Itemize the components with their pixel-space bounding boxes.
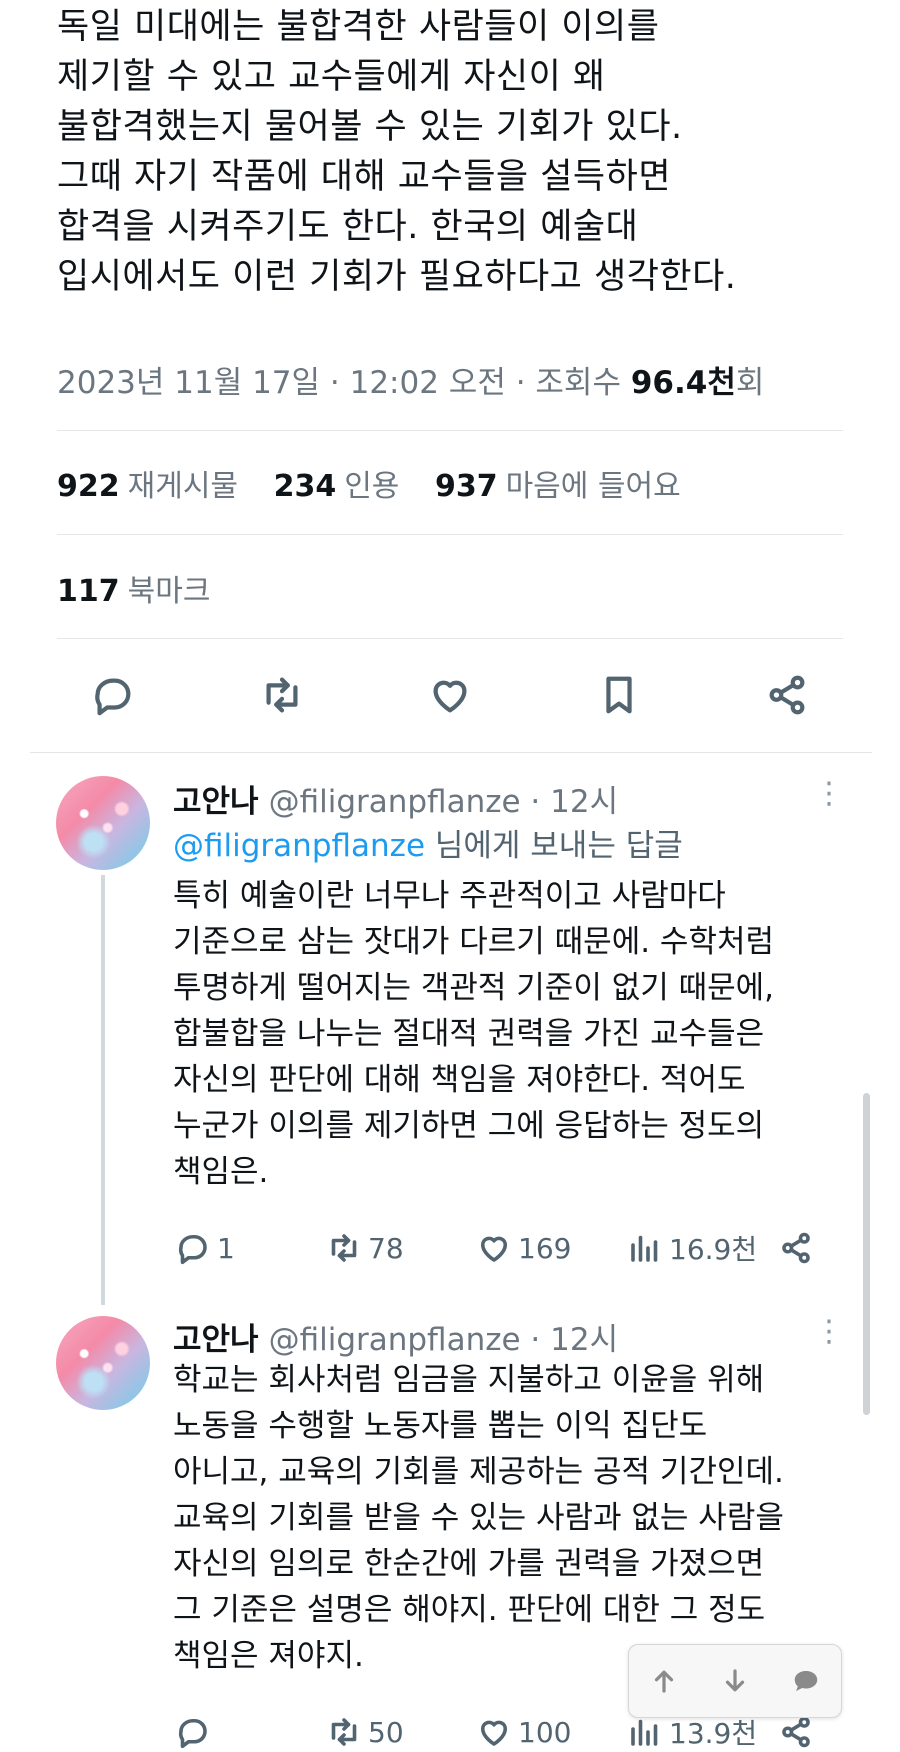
share-button[interactable]: [759, 667, 815, 723]
avatar[interactable]: [56, 1316, 150, 1410]
like-icon: [480, 1236, 508, 1262]
reply-text: 특히 예술이란 너무나 주관적이고 사람마다 기준으로 삼는 잣대가 다르기 때…: [173, 878, 775, 1190]
reply-text: 학교는 회사처럼 임금을 지불하고 이윤을 위해 노동을 수행할 노동자를 뽑는…: [173, 1362, 784, 1674]
divider: [57, 430, 843, 431]
views-icon: [631, 1235, 658, 1262]
like-icon: [480, 1720, 508, 1746]
more-options-icon[interactable]: ⋮: [814, 1314, 844, 1349]
reply-icon: [178, 1718, 207, 1749]
reply-button[interactable]: [85, 667, 141, 723]
reply-share-button[interactable]: [778, 1230, 820, 1266]
reply-header: 고안나 @filigranpflanze · 12시: [173, 776, 618, 821]
share-icon: [782, 1716, 810, 1748]
reply-icon: [95, 678, 131, 716]
likes-stat[interactable]: 937 마음에 들어요: [435, 469, 681, 504]
replying-to: @filigranpflanze 님에게 보내는 답글: [173, 828, 683, 864]
author-handle-time[interactable]: @filigranpflanze · 12시: [269, 784, 619, 820]
author-name[interactable]: 고안나: [173, 784, 259, 820]
retweet-button[interactable]: [254, 667, 310, 723]
reply-reply-button[interactable]: [175, 1714, 217, 1750]
more-options-icon[interactable]: ⋮: [814, 776, 844, 811]
retweet-icon: [266, 677, 298, 713]
bookmarks-stat[interactable]: 117 북마크: [57, 566, 210, 610]
section-divider: [30, 752, 872, 753]
avatar[interactable]: [56, 776, 150, 870]
bookmark-button[interactable]: [591, 667, 647, 723]
reply-icon: [178, 1234, 207, 1265]
quotes-stat[interactable]: 234 인용: [274, 469, 400, 504]
reply-views-button[interactable]: 13.9천: [627, 1712, 757, 1752]
divider: [57, 534, 843, 535]
share-icon: [782, 1232, 810, 1264]
scroll-up-button[interactable]: [639, 1656, 689, 1706]
tweet-views-suffix: 회: [735, 365, 765, 401]
arrow-down-icon: [725, 1669, 745, 1692]
comment-button[interactable]: [781, 1656, 831, 1706]
bookmark-icon: [606, 676, 632, 714]
arrow-up-icon: [655, 1670, 674, 1693]
tweet-meta: 2023년 11월 17일 · 12:02 오전 · 조회수 96.4천회: [57, 357, 764, 402]
reply-header: 고안나 @filigranpflanze · 12시: [173, 1314, 618, 1359]
views-icon: [631, 1719, 658, 1746]
comment-icon: [794, 1671, 817, 1691]
like-icon: [433, 680, 467, 713]
share-icon: [769, 675, 805, 715]
like-button[interactable]: [422, 667, 478, 723]
author-handle-time[interactable]: @filigranpflanze · 12시: [269, 1322, 619, 1358]
replying-to-link[interactable]: @filigranpflanze: [173, 828, 425, 864]
retweets-stat[interactable]: 922 재게시물: [57, 469, 238, 504]
retweet-icon: [331, 1234, 357, 1262]
reply-views-button[interactable]: 16.9천: [627, 1228, 757, 1268]
reply-reply-button[interactable]: 1: [175, 1230, 235, 1266]
scrollbar[interactable]: [863, 1093, 870, 1415]
reply-retweet-button[interactable]: 50: [326, 1714, 404, 1750]
reply-like-button[interactable]: 100: [476, 1714, 571, 1750]
reply-retweet-button[interactable]: 78: [326, 1230, 404, 1266]
reply-actions: 50 100 13.9천: [0, 1712, 900, 1752]
reply-share-button[interactable]: [778, 1714, 820, 1750]
floating-nav: [628, 1644, 842, 1718]
reply-like-button[interactable]: 169: [476, 1230, 571, 1266]
reply-actions: 1 78 169 16.9천: [0, 1228, 900, 1268]
author-name[interactable]: 고안나: [173, 1322, 259, 1358]
retweet-icon: [331, 1718, 357, 1746]
tweet-stats: 922 재게시물 234 인용 937 마음에 들어요: [57, 461, 707, 505]
tweet-date: 2023년 11월 17일 · 12:02 오전 · 조회수: [57, 365, 631, 401]
scroll-down-button[interactable]: [710, 1656, 760, 1706]
divider: [57, 638, 843, 639]
tweet-text: 독일 미대에는 불합격한 사람들이 이의를 제기할 수 있고 교수들에게 자신이…: [57, 7, 737, 297]
tweet-views: 96.4천: [630, 365, 736, 401]
